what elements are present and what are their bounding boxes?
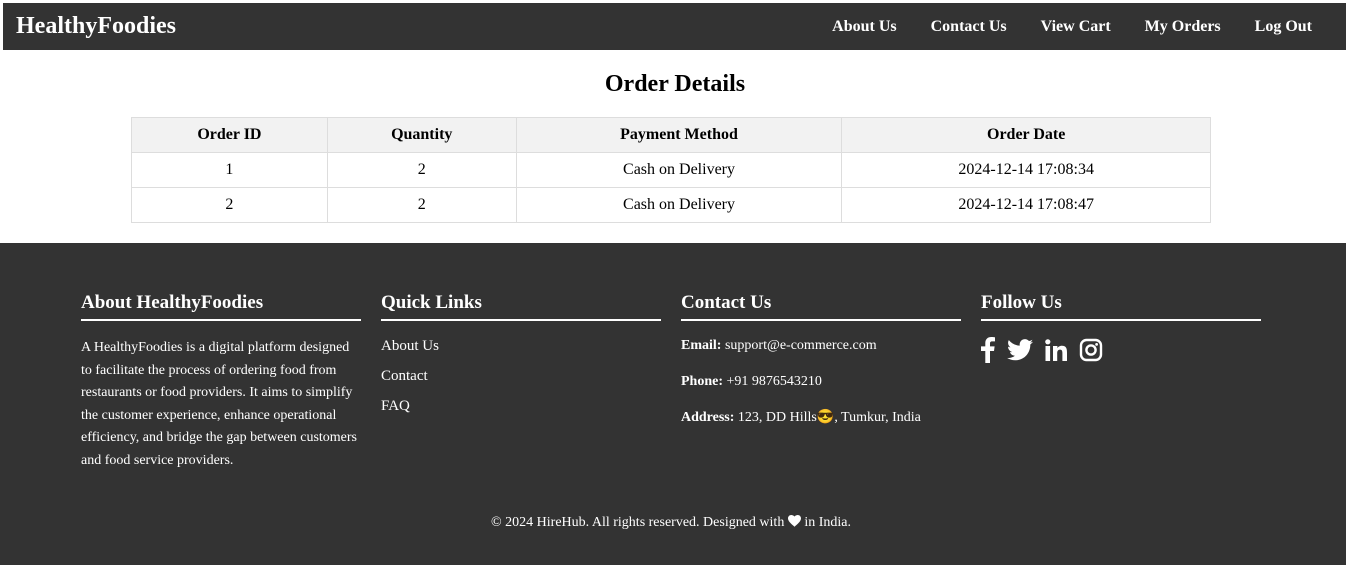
cell-payment-method: Cash on Delivery (515, 187, 843, 223)
contact-email: Email: support@e-commerce.com (681, 337, 961, 355)
orders-table: Order ID Quantity Payment Method Order D… (131, 117, 1211, 223)
cell-quantity: 2 (326, 187, 517, 223)
phone-label: Phone: (681, 374, 723, 389)
footer-contact-section: Contact Us Email: support@e-commerce.com… (681, 291, 961, 445)
footer-contact-heading: Contact Us (681, 291, 961, 321)
twitter-icon[interactable] (1007, 337, 1033, 363)
brand-logo[interactable]: HealthyFoodies (16, 13, 176, 40)
list-item: About Us (381, 337, 661, 355)
contact-phone: Phone: +91 9876543210 (681, 373, 961, 391)
copyright-suffix: in India. (804, 515, 851, 530)
footer: About HealthyFoodies A HealthyFoodies is… (0, 243, 1346, 565)
nav-about-us-link[interactable]: About Us (832, 18, 896, 36)
list-item: Contact (381, 367, 661, 385)
address-value-rest: , Tumkur, India (834, 410, 921, 425)
header-order-date: Order Date (841, 117, 1211, 153)
footer-follow-heading: Follow Us (981, 291, 1261, 321)
footer-about-heading: About HealthyFoodies (81, 291, 361, 321)
footer-about-section: About HealthyFoodies A HealthyFoodies is… (81, 291, 361, 472)
footer-about-text: A HealthyFoodies is a digital platform d… (81, 340, 358, 468)
email-label: Email: (681, 338, 722, 353)
linkedin-icon[interactable] (1045, 337, 1067, 363)
nav-my-orders-link[interactable]: My Orders (1145, 18, 1221, 36)
cell-order-id: 1 (131, 152, 328, 188)
footer-quick-links-heading: Quick Links (381, 291, 661, 321)
page-title: Order Details (604, 71, 746, 97)
copyright: © 2024 HireHub. All rights reserved. Des… (0, 514, 1342, 532)
header-order-id: Order ID (131, 117, 328, 153)
header-quantity: Quantity (326, 117, 517, 153)
instagram-icon[interactable] (1079, 337, 1103, 363)
contact-address: Address: 123, DD Hills😎, Tumkur, India (681, 409, 961, 427)
table-row: 2 2 Cash on Delivery 2024-12-14 17:08:47 (131, 187, 1211, 223)
header-payment-method: Payment Method (515, 117, 843, 153)
email-value: support@e-commerce.com (724, 338, 877, 353)
footer-follow-section: Follow Us (981, 291, 1261, 363)
list-item: FAQ (381, 397, 661, 415)
social-links (981, 337, 1261, 363)
copyright-text: © 2024 HireHub. All rights reserved. Des… (491, 515, 785, 530)
footer-contact-link[interactable]: Contact (381, 368, 428, 384)
navbar: HealthyFoodies About Us Contact Us View … (3, 3, 1346, 50)
nav-log-out-link[interactable]: Log Out (1255, 18, 1312, 36)
address-label: Address: (681, 410, 735, 425)
nav-links: About Us Contact Us View Cart My Orders … (832, 3, 1333, 50)
address-value: 123, DD Hills (737, 410, 817, 425)
quick-links-list: About Us Contact FAQ (381, 337, 661, 415)
cell-order-id: 2 (131, 187, 328, 223)
footer-about-us-link[interactable]: About Us (381, 338, 439, 354)
cell-order-date: 2024-12-14 17:08:47 (841, 187, 1211, 223)
sunglasses-emoji-icon: 😎 (816, 410, 835, 425)
cell-quantity: 2 (326, 152, 517, 188)
facebook-icon[interactable] (981, 337, 995, 363)
footer-faq-link[interactable]: FAQ (381, 398, 410, 414)
footer-quick-links-section: Quick Links About Us Contact FAQ (381, 291, 661, 427)
nav-contact-us-link[interactable]: Contact Us (931, 18, 1007, 36)
cell-order-date: 2024-12-14 17:08:34 (841, 152, 1211, 188)
cell-payment-method: Cash on Delivery (515, 152, 843, 188)
nav-view-cart-link[interactable]: View Cart (1041, 18, 1111, 36)
table-row: 1 2 Cash on Delivery 2024-12-14 17:08:34 (131, 152, 1211, 188)
table-header-row: Order ID Quantity Payment Method Order D… (131, 117, 1211, 153)
heart-icon (787, 515, 801, 530)
phone-value: +91 9876543210 (726, 374, 822, 389)
